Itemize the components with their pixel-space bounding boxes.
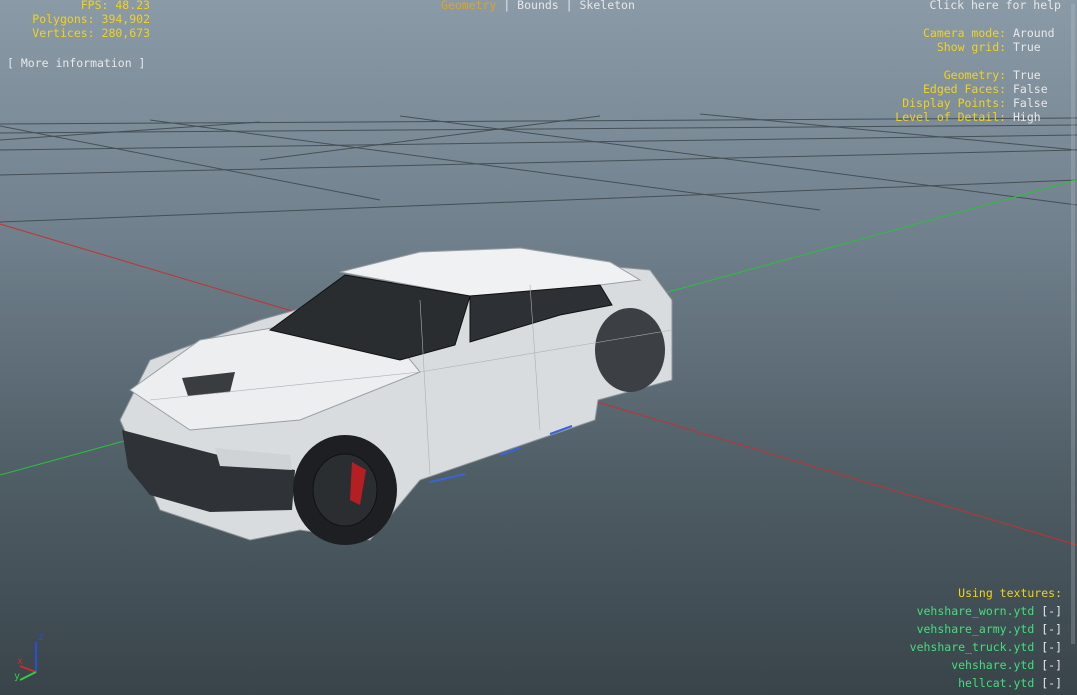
list-item: vehshare_worn.ytd [-] — [910, 602, 1062, 620]
list-item: vehshare_truck.ytd [-] — [910, 638, 1062, 656]
more-information-link[interactable]: [ More information ] — [7, 56, 145, 70]
vertices-value: 280,673 — [101, 26, 150, 40]
polygons-value: 394,902 — [101, 12, 150, 26]
texture-toggle[interactable]: [-] — [1041, 604, 1062, 618]
texture-name[interactable]: vehshare_truck.ytd — [910, 640, 1035, 654]
ground-grid — [0, 113, 1077, 223]
texture-name[interactable]: vehshare.ytd — [951, 658, 1034, 672]
axis-gizmo: z x y — [14, 632, 44, 682]
setting-camera-mode[interactable]: Camera mode: Around — [895, 26, 1061, 40]
vehicle-model — [119, 247, 673, 545]
texture-name[interactable]: hellcat.ytd — [958, 676, 1034, 690]
list-item: hellcat.ytd [-] — [910, 674, 1062, 692]
setting-level-of-detail[interactable]: Level of Detail: High — [895, 110, 1061, 124]
vertices-label: Vertices: — [32, 26, 95, 40]
viewer-settings: Click here for help Camera mode: Around S… — [895, 0, 1061, 124]
axis-gizmo-x-label: x — [17, 656, 23, 667]
texture-name[interactable]: vehshare_army.ytd — [917, 622, 1035, 636]
setting-display-points[interactable]: Display Points: False — [895, 96, 1061, 110]
tab-bounds[interactable]: Bounds — [517, 0, 559, 12]
help-link[interactable]: Click here for help — [929, 0, 1061, 12]
tab-geometry[interactable]: Geometry — [441, 0, 496, 12]
fps-readout: FPS: 48.23 — [80, 0, 150, 12]
setting-show-grid[interactable]: Show grid: True — [895, 40, 1061, 54]
texture-toggle[interactable]: [-] — [1041, 658, 1062, 672]
setting-geometry[interactable]: Geometry: True — [895, 68, 1061, 82]
render-mode-tabs: Geometry | Bounds | Skeleton — [441, 0, 635, 12]
textures-title: Using textures: — [958, 586, 1062, 600]
setting-edged-faces[interactable]: Edged Faces: False — [895, 82, 1061, 96]
axis-gizmo-z-label: z — [38, 632, 44, 643]
texture-toggle[interactable]: [-] — [1041, 676, 1062, 690]
polygons-label: Polygons: — [32, 12, 95, 26]
texture-list: Using textures: vehshare_worn.ytd [-] vehs… — [910, 584, 1062, 692]
texture-toggle[interactable]: [-] — [1041, 640, 1062, 654]
list-item: vehshare.ytd [-] — [910, 656, 1062, 674]
tab-separator: | — [496, 0, 518, 12]
tab-skeleton[interactable]: Skeleton — [580, 0, 635, 12]
right-edge-scrollbar[interactable] — [1071, 4, 1075, 644]
render-stats: FPS: 48.23 Polygons: 394,902 Vertices: 2… — [8, 0, 150, 40]
axis-gizmo-y-label: y — [14, 671, 20, 682]
texture-name[interactable]: vehshare_worn.ytd — [917, 604, 1035, 618]
tab-separator: | — [558, 0, 580, 12]
list-item: vehshare_army.ytd [-] — [910, 620, 1062, 638]
texture-toggle[interactable]: [-] — [1041, 622, 1062, 636]
